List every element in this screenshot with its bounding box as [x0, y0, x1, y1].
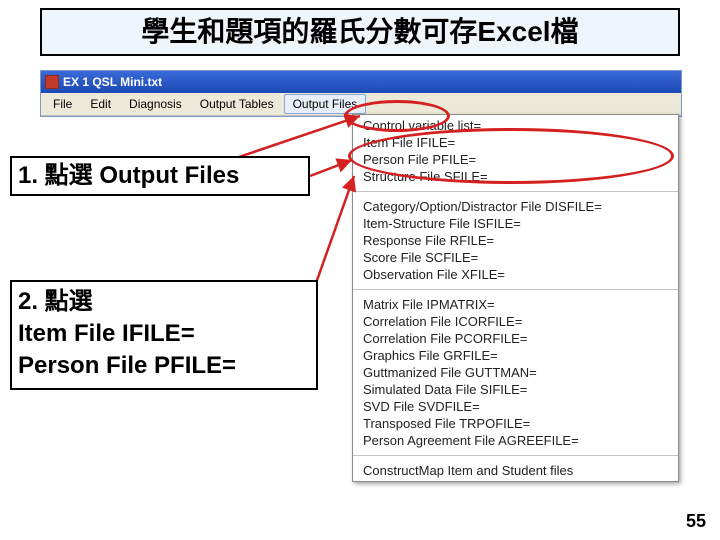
window-titlebar: EX 1 QSL Mini.txt [41, 71, 681, 93]
dropdown-group-4: ConstructMap Item and Student files [353, 460, 678, 481]
callout-step-2-line2: Item File IFILE= [18, 318, 310, 350]
menu-item-guttman[interactable]: Guttmanized File GUTTMAN= [363, 364, 668, 381]
menu-item-ipmatrix[interactable]: Matrix File IPMATRIX= [363, 296, 668, 313]
dropdown-group-3: Matrix File IPMATRIX= Correlation File I… [353, 294, 678, 451]
menu-item-icorfile[interactable]: Correlation File ICORFILE= [363, 313, 668, 330]
menu-file[interactable]: File [45, 95, 80, 113]
highlight-ellipse-items [348, 128, 674, 184]
menu-item-sifile[interactable]: Simulated Data File SIFILE= [363, 381, 668, 398]
menu-item-trpofile[interactable]: Transposed File TRPOFILE= [363, 415, 668, 432]
menu-item-agreefile[interactable]: Person Agreement File AGREEFILE= [363, 432, 668, 449]
menu-item-isfile[interactable]: Item-Structure File ISFILE= [363, 215, 668, 232]
menu-item-constructmap[interactable]: ConstructMap Item and Student files [363, 462, 668, 479]
callout-step-2-line3: Person File PFILE= [18, 350, 310, 382]
callout-step-2: 2. 點選 Item File IFILE= Person File PFILE… [10, 280, 318, 390]
menu-diagnosis[interactable]: Diagnosis [121, 95, 190, 113]
menu-item-grfile[interactable]: Graphics File GRFILE= [363, 347, 668, 364]
dropdown-separator [353, 289, 678, 290]
highlight-ellipse-menu [344, 100, 450, 132]
dropdown-separator [353, 455, 678, 456]
callout-step-2-line1: 2. 點選 [18, 286, 310, 318]
dropdown-separator [353, 191, 678, 192]
dropdown-group-2: Category/Option/Distractor File DISFILE=… [353, 196, 678, 285]
menu-item-pcorfile[interactable]: Correlation File PCORFILE= [363, 330, 668, 347]
menu-item-svdfile[interactable]: SVD File SVDFILE= [363, 398, 668, 415]
menu-item-scfile[interactable]: Score File SCFILE= [363, 249, 668, 266]
menu-item-disfile[interactable]: Category/Option/Distractor File DISFILE= [363, 198, 668, 215]
page-number: 55 [686, 511, 706, 532]
callout-step-1: 1. 點選 Output Files [10, 156, 310, 196]
menu-output-tables[interactable]: Output Tables [192, 95, 282, 113]
menu-edit[interactable]: Edit [82, 95, 119, 113]
slide-title: 學生和題項的羅氏分數可存Excel檔 [40, 8, 680, 56]
menu-item-xfile[interactable]: Observation File XFILE= [363, 266, 668, 283]
app-icon [45, 75, 59, 89]
window-title-text: EX 1 QSL Mini.txt [63, 75, 162, 89]
menu-item-rfile[interactable]: Response File RFILE= [363, 232, 668, 249]
